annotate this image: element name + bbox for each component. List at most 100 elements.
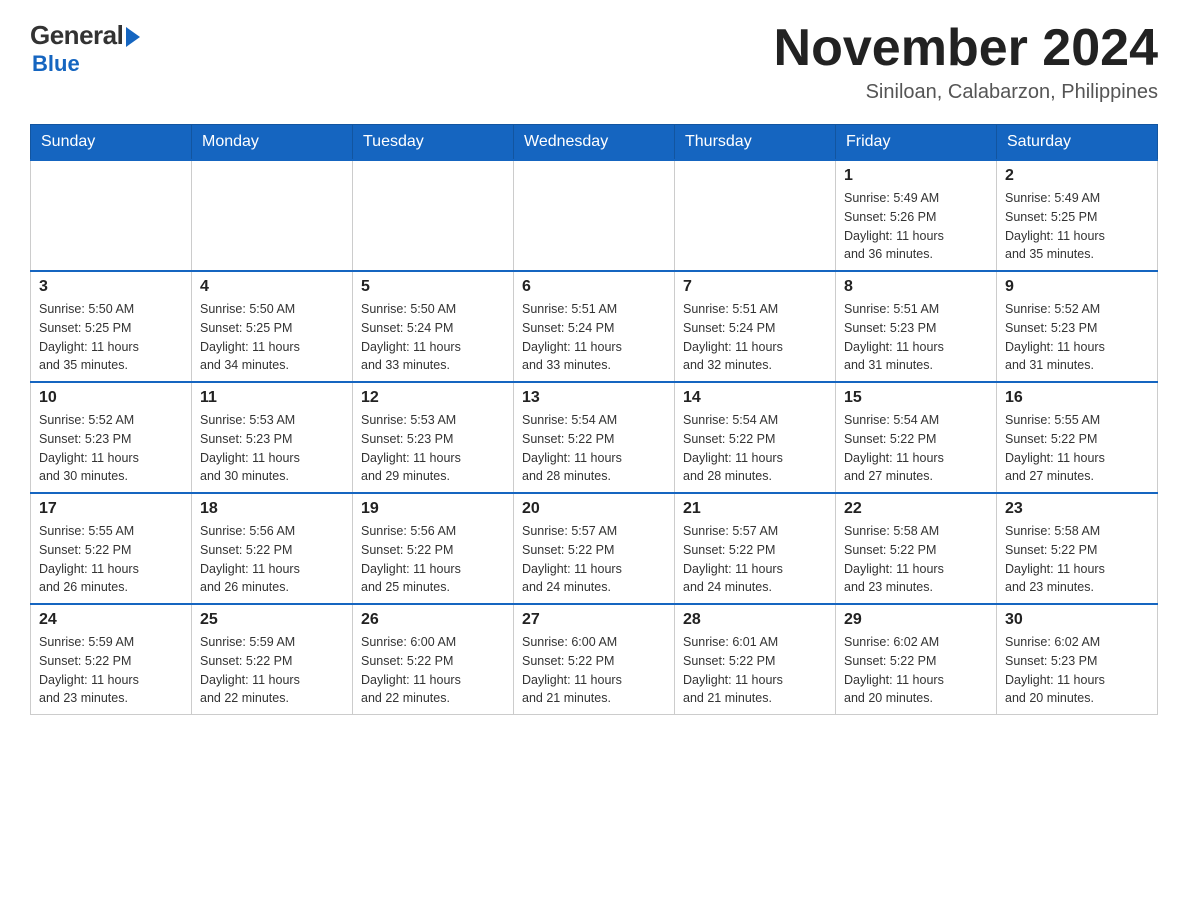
day-number: 11 xyxy=(200,389,344,407)
calendar-cell: 3 Sunrise: 5:50 AMSunset: 5:25 PMDaylight… xyxy=(31,271,192,382)
day-info: Sunrise: 5:51 AMSunset: 5:24 PMDaylight:… xyxy=(683,300,827,375)
calendar-table: Sunday Monday Tuesday Wednesday Thursday… xyxy=(30,124,1158,715)
calendar-cell: 15 Sunrise: 5:54 AMSunset: 5:22 PMDayligh… xyxy=(836,382,997,493)
header-monday: Monday xyxy=(192,125,353,161)
day-info: Sunrise: 5:56 AMSunset: 5:22 PMDaylight:… xyxy=(200,522,344,597)
day-number: 3 xyxy=(39,278,183,296)
calendar-cell: 4 Sunrise: 5:50 AMSunset: 5:25 PMDaylight… xyxy=(192,271,353,382)
day-number: 8 xyxy=(844,278,988,296)
day-info: Sunrise: 5:52 AMSunset: 5:23 PMDaylight:… xyxy=(39,411,183,486)
day-number: 26 xyxy=(361,611,505,629)
day-number: 23 xyxy=(1005,500,1149,518)
day-info: Sunrise: 5:59 AMSunset: 5:22 PMDaylight:… xyxy=(200,633,344,708)
week-row-4: 17Sunrise: 5:55 AMSunset: 5:22 PMDayligh… xyxy=(31,493,1158,604)
day-info: Sunrise: 6:01 AMSunset: 5:22 PMDaylight:… xyxy=(683,633,827,708)
day-info: Sunrise: 5:57 AMSunset: 5:22 PMDaylight:… xyxy=(683,522,827,597)
day-info: Sunrise: 5:49 AMSunset: 5:26 PMDaylight:… xyxy=(844,189,988,264)
page-header: General Blue November 2024 Siniloan, Cal… xyxy=(30,20,1158,104)
calendar-cell xyxy=(675,160,836,271)
calendar-cell: 22 Sunrise: 5:58 AMSunset: 5:22 PMDayligh… xyxy=(836,493,997,604)
day-info: Sunrise: 5:50 AMSunset: 5:24 PMDaylight:… xyxy=(361,300,505,375)
day-info: Sunrise: 5:50 AMSunset: 5:25 PMDaylight:… xyxy=(200,300,344,375)
day-number: 5 xyxy=(361,278,505,296)
logo-triangle-icon xyxy=(126,27,140,47)
week-row-3: 10 Sunrise: 5:52 AMSunset: 5:23 PMDayligh… xyxy=(31,382,1158,493)
day-info: Sunrise: 5:51 AMSunset: 5:24 PMDaylight:… xyxy=(522,300,666,375)
calendar-cell: 19Sunrise: 5:56 AMSunset: 5:22 PMDayligh… xyxy=(353,493,514,604)
calendar-cell: 11Sunrise: 5:53 AMSunset: 5:23 PMDayligh… xyxy=(192,382,353,493)
calendar-cell: 17Sunrise: 5:55 AMSunset: 5:22 PMDayligh… xyxy=(31,493,192,604)
header-wednesday: Wednesday xyxy=(514,125,675,161)
calendar-cell: 18 Sunrise: 5:56 AMSunset: 5:22 PMDayligh… xyxy=(192,493,353,604)
day-number: 29 xyxy=(844,611,988,629)
calendar-cell: 30Sunrise: 6:02 AMSunset: 5:23 PMDayligh… xyxy=(997,604,1158,715)
week-row-5: 24 Sunrise: 5:59 AMSunset: 5:22 PMDayligh… xyxy=(31,604,1158,715)
day-number: 1 xyxy=(844,167,988,185)
calendar-cell: 16Sunrise: 5:55 AMSunset: 5:22 PMDayligh… xyxy=(997,382,1158,493)
day-number: 13 xyxy=(522,389,666,407)
calendar-cell: 7 Sunrise: 5:51 AMSunset: 5:24 PMDaylight… xyxy=(675,271,836,382)
day-info: Sunrise: 5:57 AMSunset: 5:22 PMDaylight:… xyxy=(522,522,666,597)
day-info: Sunrise: 5:52 AMSunset: 5:23 PMDaylight:… xyxy=(1005,300,1149,375)
location-subtitle: Siniloan, Calabarzon, Philippines xyxy=(774,81,1158,104)
day-info: Sunrise: 5:54 AMSunset: 5:22 PMDaylight:… xyxy=(844,411,988,486)
header-saturday: Saturday xyxy=(997,125,1158,161)
calendar-cell: 12Sunrise: 5:53 AMSunset: 5:23 PMDayligh… xyxy=(353,382,514,493)
day-number: 28 xyxy=(683,611,827,629)
day-number: 9 xyxy=(1005,278,1149,296)
day-info: Sunrise: 5:55 AMSunset: 5:22 PMDaylight:… xyxy=(1005,411,1149,486)
day-info: Sunrise: 5:59 AMSunset: 5:22 PMDaylight:… xyxy=(39,633,183,708)
calendar-cell: 5 Sunrise: 5:50 AMSunset: 5:24 PMDaylight… xyxy=(353,271,514,382)
day-number: 2 xyxy=(1005,167,1149,185)
calendar-cell: 21 Sunrise: 5:57 AMSunset: 5:22 PMDayligh… xyxy=(675,493,836,604)
day-number: 4 xyxy=(200,278,344,296)
title-section: November 2024 Siniloan, Calabarzon, Phil… xyxy=(774,20,1158,104)
calendar-cell: 20 Sunrise: 5:57 AMSunset: 5:22 PMDayligh… xyxy=(514,493,675,604)
week-row-2: 3 Sunrise: 5:50 AMSunset: 5:25 PMDaylight… xyxy=(31,271,1158,382)
calendar-cell xyxy=(514,160,675,271)
logo-general-text: General xyxy=(30,20,123,51)
calendar-cell: 27 Sunrise: 6:00 AMSunset: 5:22 PMDayligh… xyxy=(514,604,675,715)
day-info: Sunrise: 5:50 AMSunset: 5:25 PMDaylight:… xyxy=(39,300,183,375)
header-friday: Friday xyxy=(836,125,997,161)
day-info: Sunrise: 6:00 AMSunset: 5:22 PMDaylight:… xyxy=(522,633,666,708)
day-info: Sunrise: 5:54 AMSunset: 5:22 PMDaylight:… xyxy=(683,411,827,486)
calendar-cell: 2 Sunrise: 5:49 AMSunset: 5:25 PMDaylight… xyxy=(997,160,1158,271)
day-number: 22 xyxy=(844,500,988,518)
day-info: Sunrise: 5:54 AMSunset: 5:22 PMDaylight:… xyxy=(522,411,666,486)
day-number: 6 xyxy=(522,278,666,296)
logo-blue-text: Blue xyxy=(32,51,80,77)
day-number: 27 xyxy=(522,611,666,629)
month-title: November 2024 xyxy=(774,20,1158,77)
day-number: 18 xyxy=(200,500,344,518)
day-info: Sunrise: 6:02 AMSunset: 5:22 PMDaylight:… xyxy=(844,633,988,708)
calendar-cell: 8 Sunrise: 5:51 AMSunset: 5:23 PMDaylight… xyxy=(836,271,997,382)
day-number: 30 xyxy=(1005,611,1149,629)
day-number: 20 xyxy=(522,500,666,518)
day-info: Sunrise: 5:58 AMSunset: 5:22 PMDaylight:… xyxy=(844,522,988,597)
header-thursday: Thursday xyxy=(675,125,836,161)
calendar-cell: 25 Sunrise: 5:59 AMSunset: 5:22 PMDayligh… xyxy=(192,604,353,715)
day-info: Sunrise: 5:49 AMSunset: 5:25 PMDaylight:… xyxy=(1005,189,1149,264)
day-number: 24 xyxy=(39,611,183,629)
logo: General Blue xyxy=(30,20,140,77)
day-number: 14 xyxy=(683,389,827,407)
day-info: Sunrise: 5:58 AMSunset: 5:22 PMDaylight:… xyxy=(1005,522,1149,597)
day-info: Sunrise: 5:53 AMSunset: 5:23 PMDaylight:… xyxy=(361,411,505,486)
header-sunday: Sunday xyxy=(31,125,192,161)
calendar-cell: 1 Sunrise: 5:49 AMSunset: 5:26 PMDaylight… xyxy=(836,160,997,271)
day-number: 17 xyxy=(39,500,183,518)
day-number: 25 xyxy=(200,611,344,629)
day-info: Sunrise: 6:00 AMSunset: 5:22 PMDaylight:… xyxy=(361,633,505,708)
day-number: 15 xyxy=(844,389,988,407)
day-number: 21 xyxy=(683,500,827,518)
calendar-cell: 23 Sunrise: 5:58 AMSunset: 5:22 PMDayligh… xyxy=(997,493,1158,604)
day-number: 7 xyxy=(683,278,827,296)
calendar-cell: 28 Sunrise: 6:01 AMSunset: 5:22 PMDayligh… xyxy=(675,604,836,715)
day-number: 10 xyxy=(39,389,183,407)
calendar-cell: 13 Sunrise: 5:54 AMSunset: 5:22 PMDayligh… xyxy=(514,382,675,493)
calendar-cell: 26 Sunrise: 6:00 AMSunset: 5:22 PMDayligh… xyxy=(353,604,514,715)
weekday-header-row: Sunday Monday Tuesday Wednesday Thursday… xyxy=(31,125,1158,161)
day-info: Sunrise: 5:51 AMSunset: 5:23 PMDaylight:… xyxy=(844,300,988,375)
calendar-cell: 29 Sunrise: 6:02 AMSunset: 5:22 PMDayligh… xyxy=(836,604,997,715)
